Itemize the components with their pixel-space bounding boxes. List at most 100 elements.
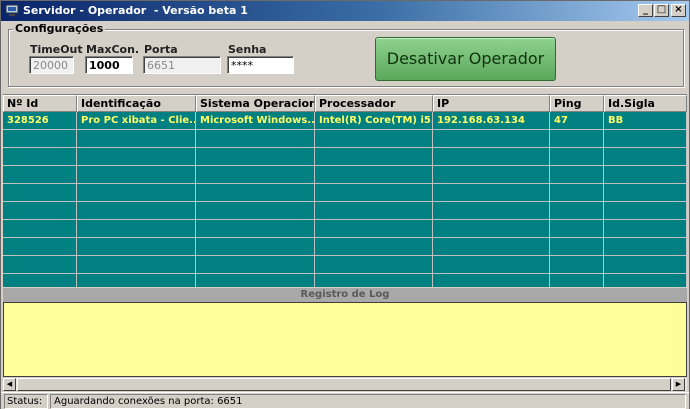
log-textarea[interactable]: [3, 302, 687, 377]
table-cell: [77, 256, 196, 274]
table-cell: BB: [604, 112, 687, 130]
table-cell: [604, 220, 687, 238]
table-cell: [196, 202, 315, 220]
table-cell: [604, 184, 687, 202]
table-cell: [433, 256, 550, 274]
table-cell: [433, 274, 550, 287]
table-cell: Pro PC xibata - Clie...: [77, 112, 196, 130]
table-cell: [77, 274, 196, 287]
table-cell: [196, 274, 315, 287]
table-cell: [77, 202, 196, 220]
table-cell: [550, 274, 604, 287]
close-button[interactable]: ×: [671, 4, 686, 17]
table-cell: [604, 202, 687, 220]
table-row[interactable]: [3, 202, 687, 220]
col-header-ip[interactable]: IP: [433, 95, 550, 112]
table-cell: [315, 256, 433, 274]
table-cell: [604, 238, 687, 256]
table-cell: 328526: [3, 112, 77, 130]
table-cell: [315, 238, 433, 256]
desativar-operador-button[interactable]: Desativar Operador: [375, 37, 556, 81]
table-cell: [315, 220, 433, 238]
log-title: Registro de Log: [3, 288, 687, 302]
col-header-identificacao[interactable]: Identificação: [77, 95, 196, 112]
table-cell: [196, 220, 315, 238]
table-cell: Intel(R) Core(TM) i5...: [315, 112, 433, 130]
table-row[interactable]: [3, 256, 687, 274]
clients-grid[interactable]: Nº Id Identificação Sistema Operacional …: [3, 94, 687, 287]
table-row[interactable]: [3, 130, 687, 148]
table-cell: [196, 166, 315, 184]
table-cell: [3, 202, 77, 220]
table-cell: [550, 220, 604, 238]
table-cell: [315, 202, 433, 220]
table-cell: [3, 184, 77, 202]
table-row[interactable]: [3, 166, 687, 184]
table-cell: [550, 130, 604, 148]
maxcon-field[interactable]: 1000: [85, 56, 133, 74]
table-cell: [196, 238, 315, 256]
timeout-field[interactable]: 20000: [29, 56, 74, 74]
table-cell: [433, 184, 550, 202]
table-cell: [77, 184, 196, 202]
table-cell: [604, 274, 687, 287]
table-cell: [3, 238, 77, 256]
table-cell: [315, 184, 433, 202]
table-cell: [3, 130, 77, 148]
scroll-thumb[interactable]: [17, 378, 671, 391]
senha-field[interactable]: ****: [227, 56, 294, 74]
minimize-button[interactable]: _: [638, 4, 653, 17]
col-header-ping[interactable]: Ping: [550, 95, 604, 112]
table-cell: [604, 130, 687, 148]
table-cell: [315, 130, 433, 148]
senha-label: Senha: [228, 43, 267, 56]
table-cell: [550, 184, 604, 202]
porta-field[interactable]: 6651: [143, 56, 221, 74]
table-cell: Microsoft Windows...: [196, 112, 315, 130]
table-cell: [550, 202, 604, 220]
table-row[interactable]: [3, 148, 687, 166]
table-row[interactable]: 328526 Pro PC xibata - Clie... Microsoft W…: [3, 112, 687, 130]
col-header-processador[interactable]: Processador: [315, 95, 433, 112]
scroll-left-arrow-icon[interactable]: ◀: [3, 378, 16, 391]
table-cell: [433, 130, 550, 148]
table-cell: [3, 166, 77, 184]
monitor-icon: [5, 4, 19, 16]
table-cell: [315, 148, 433, 166]
main-window: Servidor - Operador - Versão beta 1 _ □ …: [0, 0, 690, 409]
table-cell: [77, 220, 196, 238]
table-cell: [3, 256, 77, 274]
table-row[interactable]: [3, 238, 687, 256]
maxcon-label: MaxCon.: [86, 43, 140, 56]
col-header-id[interactable]: Nº Id: [3, 95, 77, 112]
table-cell: [196, 130, 315, 148]
table-row[interactable]: [3, 220, 687, 238]
table-cell: [604, 256, 687, 274]
table-cell: [77, 238, 196, 256]
table-cell: [604, 148, 687, 166]
table-cell: [3, 220, 77, 238]
table-cell: [77, 148, 196, 166]
config-group-title: Configurações: [13, 22, 106, 35]
table-cell: [77, 166, 196, 184]
table-cell: [433, 166, 550, 184]
title-bar[interactable]: Servidor - Operador - Versão beta 1 _ □ …: [1, 1, 689, 21]
maximize-button[interactable]: □: [654, 4, 669, 17]
col-header-sistema[interactable]: Sistema Operacional: [196, 95, 315, 112]
log-horizontal-scrollbar[interactable]: ◀ ▶: [3, 378, 687, 391]
table-cell: [550, 148, 604, 166]
status-bar: Status: Aguardando conexões na porta: 66…: [1, 392, 689, 409]
table-row[interactable]: [3, 184, 687, 202]
table-row[interactable]: [3, 274, 687, 287]
scroll-right-arrow-icon[interactable]: ▶: [672, 378, 685, 391]
table-cell: 47: [550, 112, 604, 130]
window-title: Servidor - Operador - Versão beta 1: [23, 4, 248, 17]
table-cell: [196, 148, 315, 166]
table-cell: 192.168.63.134: [433, 112, 550, 130]
status-label: Status:: [4, 394, 48, 409]
col-header-idsigla[interactable]: Id.Sigla: [604, 95, 687, 112]
table-cell: [433, 148, 550, 166]
table-cell: [196, 256, 315, 274]
table-cell: [550, 238, 604, 256]
table-cell: [550, 256, 604, 274]
